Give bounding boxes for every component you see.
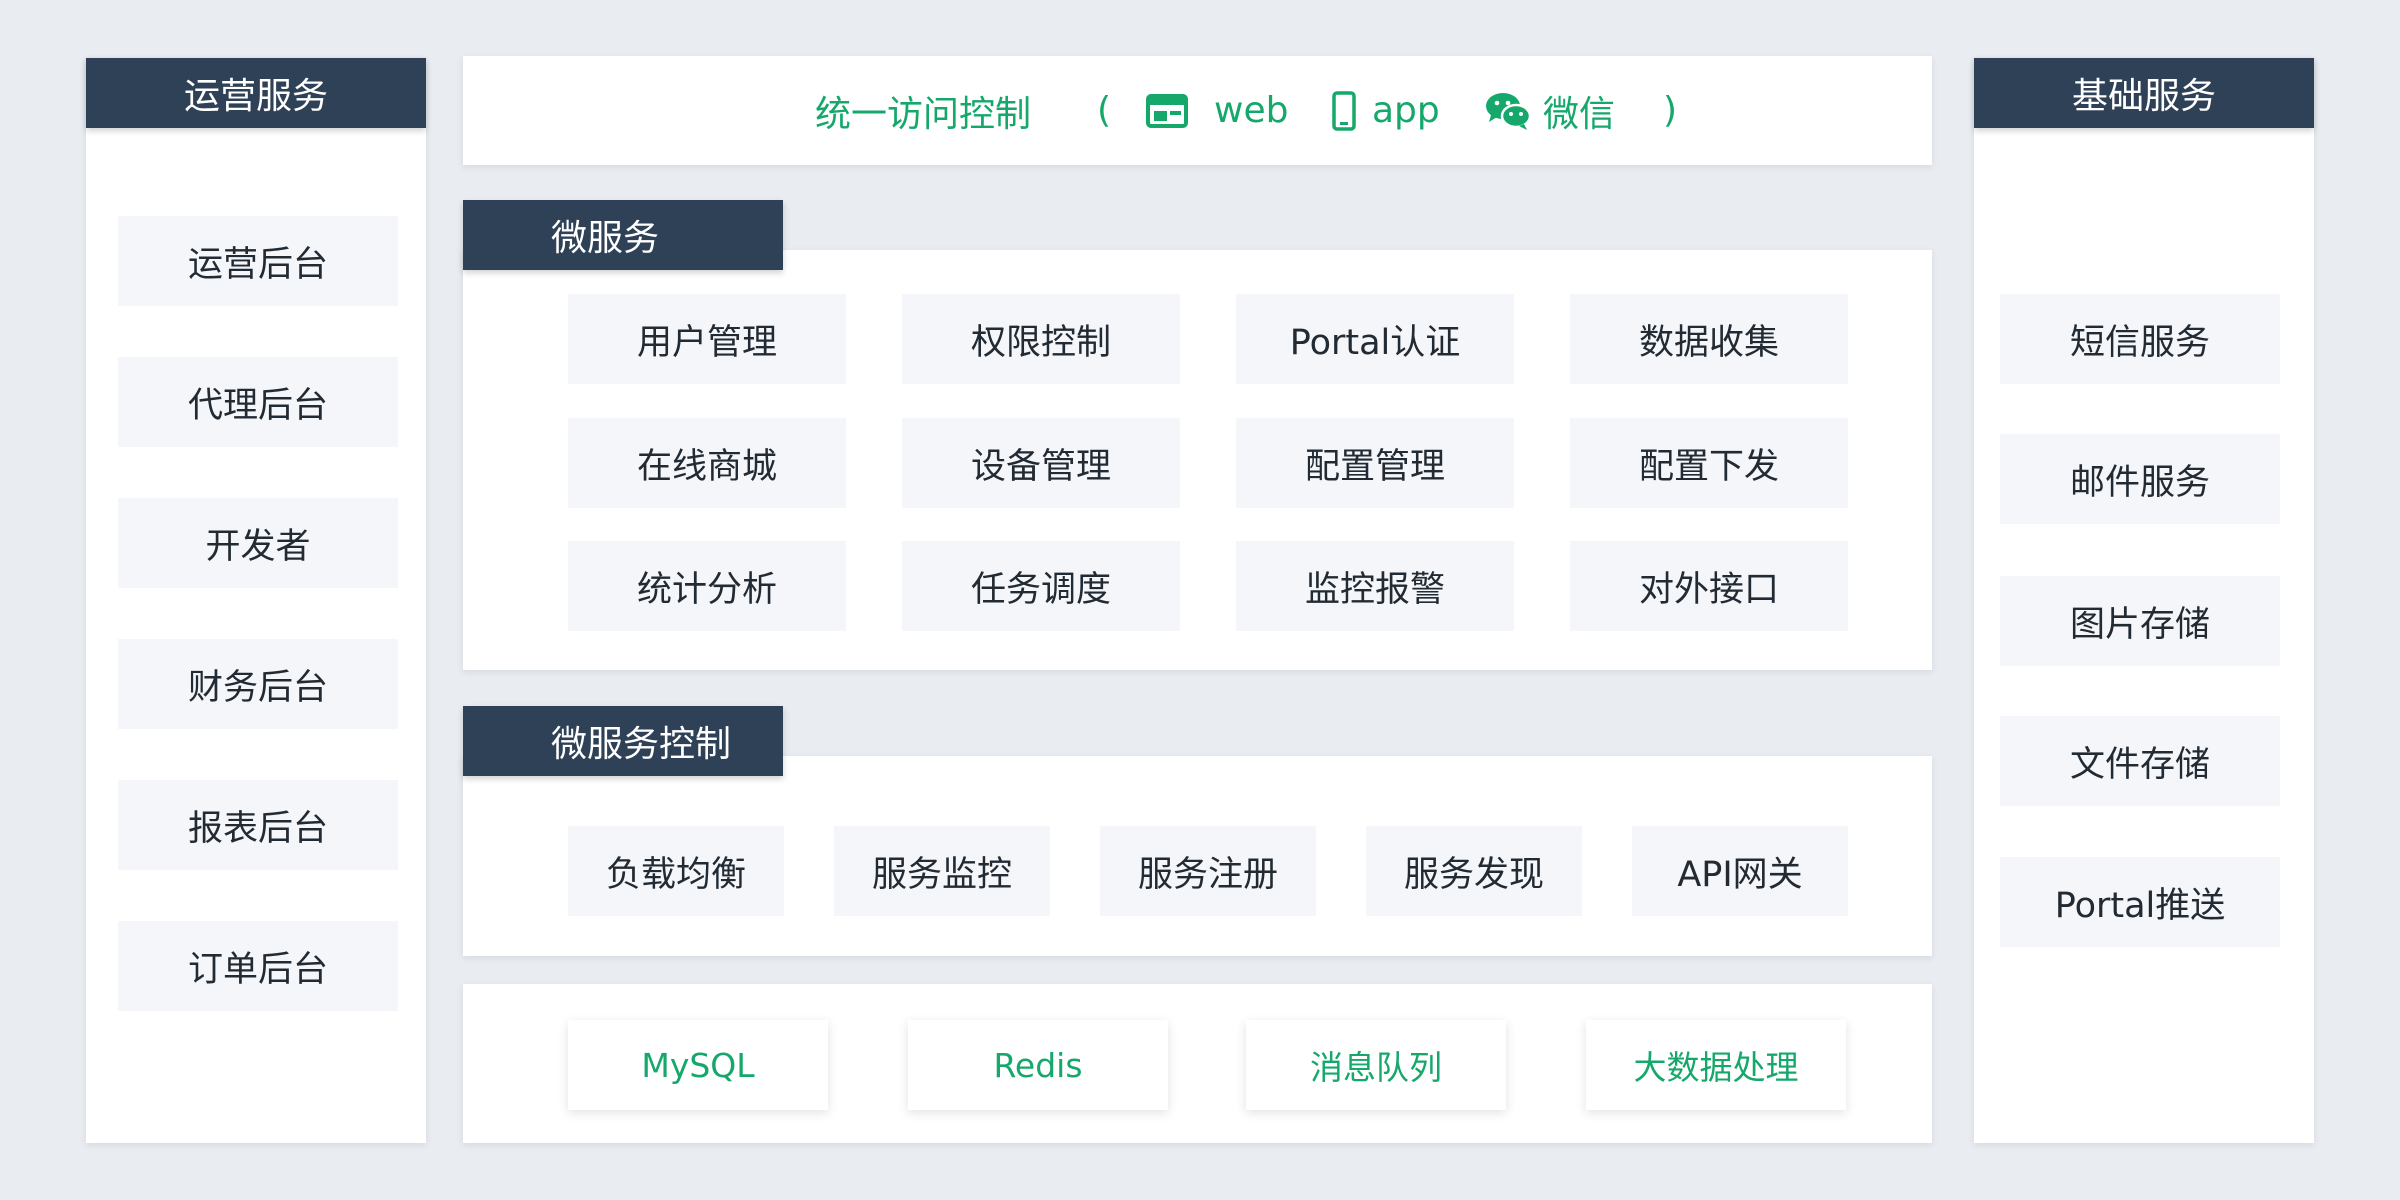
access-control-title: 统一访问控制 bbox=[815, 93, 1032, 135]
base-item-portal-push[interactable]: Portal推送 bbox=[2000, 857, 2280, 947]
sc-item-service-monitoring[interactable]: 服务监控 bbox=[834, 826, 1050, 916]
base-item-sms[interactable]: 短信服务 bbox=[2000, 294, 2280, 384]
ms-item-data-collection[interactable]: 数据收集 bbox=[1570, 294, 1848, 384]
mobile-phone-icon bbox=[1332, 90, 1356, 131]
service-control-header: 微服务控制 bbox=[463, 706, 783, 776]
microservices-header: 微服务 bbox=[463, 200, 783, 270]
ms-item-external-api[interactable]: 对外接口 bbox=[1570, 541, 1848, 631]
storage-item-message-queue[interactable]: 消息队列 bbox=[1246, 1020, 1506, 1110]
channel-app-label: app bbox=[1372, 90, 1440, 131]
base-item-email[interactable]: 邮件服务 bbox=[2000, 434, 2280, 524]
sc-item-service-discovery[interactable]: 服务发现 bbox=[1366, 826, 1582, 916]
storage-item-mysql[interactable]: MySQL bbox=[568, 1020, 828, 1110]
open-paren: ( bbox=[1097, 90, 1112, 131]
channel-wechat[interactable]: 微信 bbox=[1485, 85, 1615, 137]
sc-item-load-balancing[interactable]: 负载均衡 bbox=[568, 826, 784, 916]
ops-item-report-backend[interactable]: 报表后台 bbox=[118, 780, 398, 870]
channel-web-label: web bbox=[1214, 90, 1289, 131]
ops-item-operations-backend[interactable]: 运营后台 bbox=[118, 216, 398, 306]
ms-item-statistics[interactable]: 统计分析 bbox=[568, 541, 846, 631]
ms-item-config-management[interactable]: 配置管理 bbox=[1236, 418, 1514, 508]
access-control-content: 统一访问控制 ( web app 微信) bbox=[463, 56, 1932, 165]
browser-window-icon bbox=[1146, 93, 1188, 128]
ops-item-finance-backend[interactable]: 财务后台 bbox=[118, 639, 398, 729]
sc-item-service-registry[interactable]: 服务注册 bbox=[1100, 826, 1316, 916]
storage-item-big-data[interactable]: 大数据处理 bbox=[1586, 1020, 1846, 1110]
ops-item-agent-backend[interactable]: 代理后台 bbox=[118, 357, 398, 447]
base-item-file-storage[interactable]: 文件存储 bbox=[2000, 716, 2280, 806]
sc-item-api-gateway[interactable]: API网关 bbox=[1632, 826, 1848, 916]
wechat-icon bbox=[1485, 91, 1531, 131]
storage-item-redis[interactable]: Redis bbox=[908, 1020, 1168, 1110]
ms-item-monitoring-alarm[interactable]: 监控报警 bbox=[1236, 541, 1514, 631]
base-services-header: 基础服务 bbox=[1974, 58, 2314, 128]
ms-item-device-management[interactable]: 设备管理 bbox=[902, 418, 1180, 508]
channel-wechat-label: 微信 bbox=[1543, 93, 1616, 135]
ms-item-task-scheduling[interactable]: 任务调度 bbox=[902, 541, 1180, 631]
ops-item-developer[interactable]: 开发者 bbox=[118, 498, 398, 588]
ms-item-portal-auth[interactable]: Portal认证 bbox=[1236, 294, 1514, 384]
ms-item-online-mall[interactable]: 在线商城 bbox=[568, 418, 846, 508]
base-item-image-storage[interactable]: 图片存储 bbox=[2000, 576, 2280, 666]
channel-app[interactable]: app bbox=[1332, 90, 1440, 131]
ms-item-config-dispatch[interactable]: 配置下发 bbox=[1570, 418, 1848, 508]
channel-web[interactable]: web bbox=[1146, 90, 1288, 131]
ms-item-user-management[interactable]: 用户管理 bbox=[568, 294, 846, 384]
ops-item-order-backend[interactable]: 订单后台 bbox=[118, 921, 398, 1011]
operations-header: 运营服务 bbox=[86, 58, 426, 128]
ms-item-permission-control[interactable]: 权限控制 bbox=[902, 294, 1180, 384]
close-paren: ) bbox=[1663, 90, 1678, 131]
